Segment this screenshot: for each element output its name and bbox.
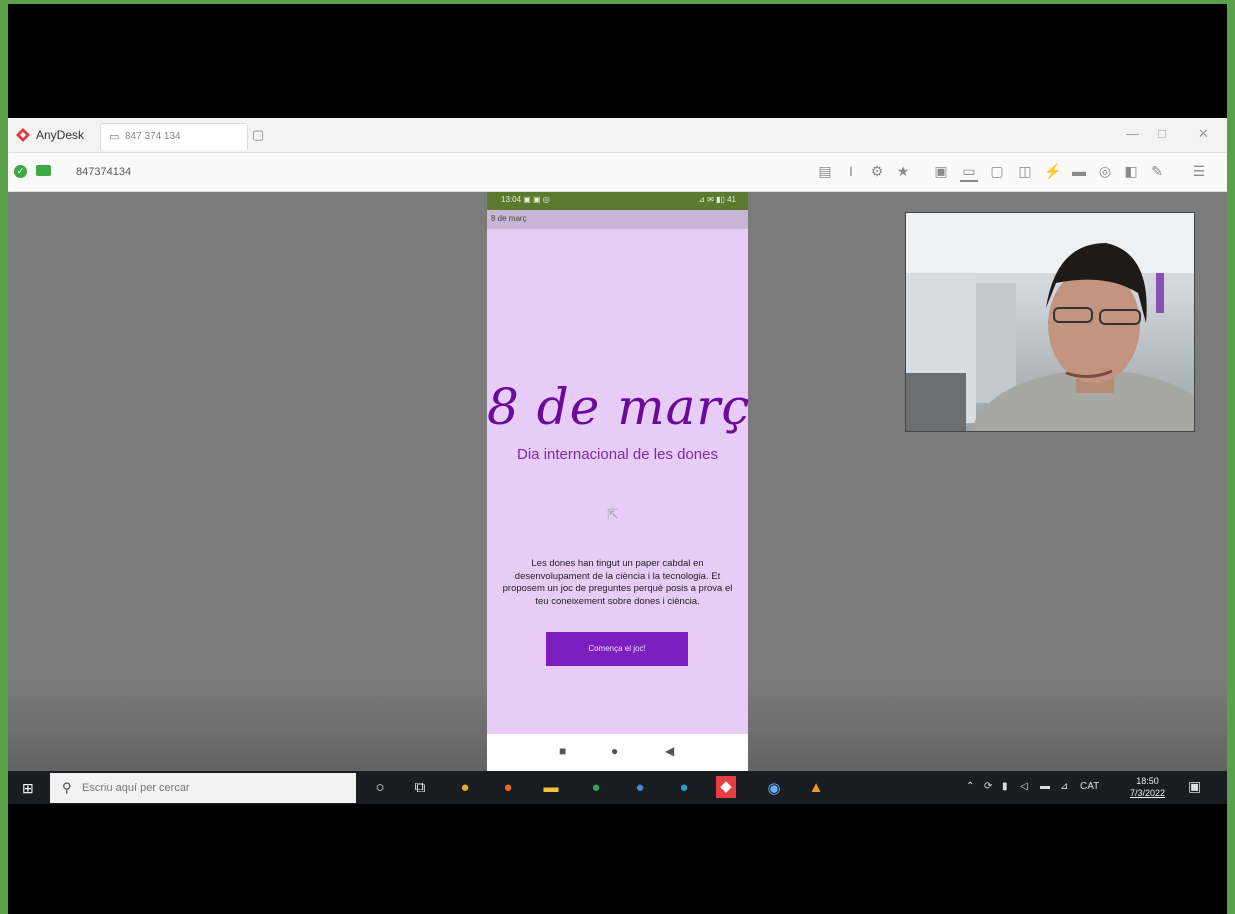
windows-start-icon[interactable]: ⊞ — [22, 780, 34, 797]
chrome-profile-icon[interactable]: ● — [586, 779, 606, 796]
search-icon: ⚲ — [62, 780, 72, 795]
phone-app-title: 8 de març — [491, 214, 527, 223]
toolbar-pen-icon[interactable]: ✎ — [1148, 163, 1166, 180]
connected-icon: ✓ — [14, 165, 27, 178]
toolbar-display-icon[interactable]: ▭ — [960, 163, 978, 182]
taskbar: ⊞ ⚲ Escriu aquí per cercar ○ ⧉ ● ● ▬ ● ●… — [8, 771, 1227, 804]
anydesk-taskbar-icon[interactable]: ◆ — [716, 776, 736, 798]
file-explorer-icon[interactable]: ▬ — [541, 779, 561, 796]
new-tab-icon[interactable]: ▢ — [252, 127, 264, 143]
menu-icon[interactable]: ☰ — [1190, 163, 1208, 180]
close-button[interactable]: ✕ — [1198, 126, 1209, 142]
webcam-image — [906, 213, 1194, 431]
mouse-cursor-icon: ⇱ — [607, 506, 619, 522]
home-icon[interactable]: ● — [611, 744, 618, 758]
taskbar-search-box[interactable]: ⚲ Escriu aquí per cercar — [50, 773, 356, 803]
title-bar: AnyDesk ▭ 847 374 134 ▢ — □ ✕ — [8, 118, 1227, 153]
toolbar-settings-icon[interactable]: ⚙ — [868, 163, 886, 180]
cortana-icon[interactable]: ○ — [370, 779, 390, 796]
anydesk-window: AnyDesk ▭ 847 374 134 ▢ — □ ✕ ✓ 84737413… — [8, 118, 1227, 804]
toolbar-monitor-icon[interactable]: ◫ — [1016, 163, 1034, 180]
toolbar-audio-icon[interactable]: ◎ — [1096, 163, 1114, 180]
toolbar-window-icon[interactable]: ▢ — [988, 163, 1006, 180]
video-frame: AnyDesk ▭ 847 374 134 ▢ — □ ✕ ✓ 84737413… — [8, 4, 1227, 914]
phone-status-icons: ⊿ ✉ ▮▯ 41 — [698, 195, 736, 204]
firefox-icon[interactable]: ● — [498, 779, 518, 796]
phone-app-bar: 8 de març — [487, 210, 748, 229]
back-icon[interactable]: ◀ — [665, 744, 674, 758]
toolbar-star-icon[interactable]: ★ — [894, 163, 912, 180]
toolbar-clipboard-icon[interactable]: ▤ — [816, 163, 834, 180]
description-text: Les dones han tingut un paper cabdal en … — [502, 558, 733, 607]
clock-date: 7/3/2022 — [1130, 788, 1166, 798]
phone-nav-bar: ■ ● ◀ — [487, 734, 748, 772]
page-title: 8 de març — [487, 378, 751, 436]
chrome-app-icon[interactable]: ● — [630, 779, 650, 796]
edge-icon[interactable]: ● — [674, 779, 694, 796]
maximize-button[interactable]: □ — [1158, 126, 1166, 141]
monitor-icon: ▭ — [109, 131, 120, 143]
toolbar-file-icon[interactable]: ▣ — [932, 163, 950, 180]
remote-address: 847374134 — [76, 166, 132, 178]
vlc-icon[interactable]: ▲ — [806, 779, 826, 796]
tray-wifi-icon: ⊿ — [1060, 781, 1069, 792]
toolbar-action-icon[interactable]: ⚡ — [1044, 163, 1062, 180]
start-game-button[interactable]: Comença el joc! — [546, 632, 688, 666]
minimize-button[interactable]: — — [1126, 126, 1139, 141]
screen-recorder-icon[interactable]: ◉ — [764, 779, 784, 797]
notification-icon[interactable]: ▣ — [1188, 778, 1201, 795]
tray-volume-icon[interactable]: ◁ — [1020, 781, 1028, 792]
toolbar-text-icon[interactable]: I — [842, 163, 860, 179]
app-name: AnyDesk — [36, 128, 85, 142]
tray-chevron-icon[interactable]: ⌃ — [966, 781, 974, 792]
phone-status-time: 13:04 ▣ ▣ ◎ — [501, 195, 550, 204]
taskbar-clock[interactable]: 18:50 7/3/2022 — [1130, 775, 1165, 799]
recent-apps-icon[interactable]: ■ — [559, 744, 566, 758]
phone-screen[interactable]: 13:04 ▣ ▣ ◎ ⊿ ✉ ▮▯ 41 8 de març 8 de mar… — [487, 192, 751, 772]
webcam-overlay — [905, 212, 1195, 432]
tray-mic-icon: ▮ — [1002, 781, 1008, 792]
page-subtitle: Dia internacional de les dones — [517, 446, 718, 463]
toolbar-record-icon[interactable]: ◧ — [1122, 163, 1140, 180]
session-tab[interactable]: ▭ 847 374 134 — [100, 123, 248, 150]
tray-sync-icon: ⟳ — [984, 781, 993, 792]
search-placeholder: Escriu aquí per cercar — [82, 782, 190, 794]
chat-icon[interactable] — [36, 165, 51, 176]
session-tab-label: 847 374 134 — [125, 131, 181, 142]
tray-network-icon[interactable]: ▬ — [1040, 781, 1050, 792]
chrome-icon[interactable]: ● — [455, 779, 475, 796]
clock-time: 18:50 — [1136, 776, 1159, 786]
anydesk-logo-icon — [16, 128, 30, 142]
toolbar: ✓ 847374134 ▤ I ⚙ ★ ▣ ▭ ▢ ◫ ⚡ ▬ ◎ ◧ ✎ ☰ — [8, 153, 1227, 192]
tray-language[interactable]: CAT — [1080, 781, 1099, 792]
task-view-icon[interactable]: ⧉ — [410, 779, 430, 796]
toolbar-camera-icon[interactable]: ▬ — [1070, 163, 1088, 179]
phone-status-bar: 13:04 ▣ ▣ ◎ ⊿ ✉ ▮▯ 41 — [487, 192, 748, 210]
